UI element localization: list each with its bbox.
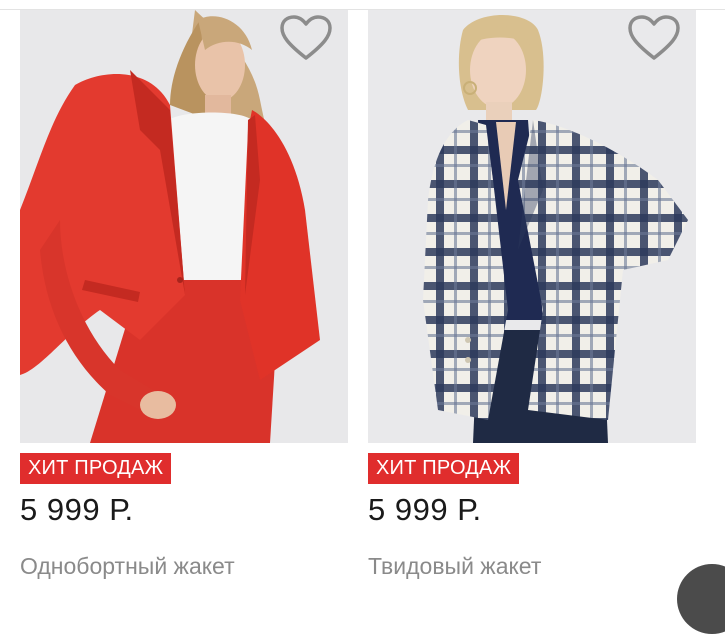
product-image[interactable] (20, 10, 348, 443)
product-name[interactable]: Однобортный жакет (20, 550, 235, 582)
bestseller-badge: ХИТ ПРОДАЖ (368, 453, 520, 484)
product-card[interactable]: ХИТ ПРОДАЖ 5 999 Р. Твидовый жакет (368, 10, 696, 579)
product-name[interactable]: Твидовый жакет (368, 550, 541, 582)
product-price: 5 999 Р. (368, 492, 482, 527)
product-image[interactable] (368, 10, 696, 443)
tweed-blazer-image (368, 10, 696, 443)
heart-outline-icon[interactable] (278, 14, 334, 64)
product-price: 5 999 Р. (20, 492, 134, 527)
heart-outline-icon[interactable] (626, 14, 682, 64)
bestseller-badge: ХИТ ПРОДАЖ (20, 453, 172, 484)
floating-action-button[interactable] (677, 564, 725, 634)
product-card[interactable]: ХИТ ПРОДАЖ 5 999 Р. Однобортный жакет (20, 10, 348, 579)
red-blazer-image (20, 10, 348, 443)
